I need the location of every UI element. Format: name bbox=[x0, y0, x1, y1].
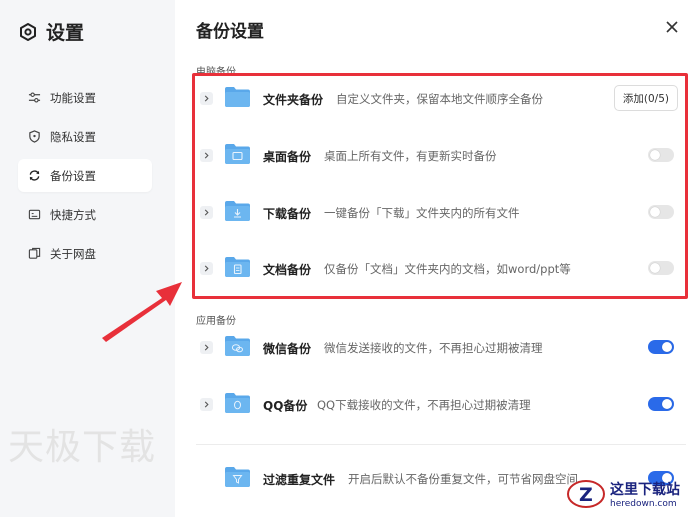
row-name: 微信备份 bbox=[263, 342, 312, 356]
settings-title: 设置 bbox=[46, 22, 85, 44]
site-badge-text: 这里下载站 heredown.com bbox=[610, 479, 680, 509]
page-title: 备份设置 bbox=[196, 22, 264, 42]
sidebar-item-privacy[interactable]: 隐私设置 bbox=[18, 120, 152, 153]
close-icon[interactable] bbox=[664, 19, 680, 35]
svg-text:Z: Z bbox=[579, 484, 593, 506]
site-logo-icon: Z bbox=[567, 480, 605, 508]
shield-icon bbox=[29, 130, 40, 143]
row-name: 过滤重复文件 bbox=[263, 473, 336, 487]
filter-folder-icon bbox=[225, 467, 250, 487]
sidebar-item-label: 关于网盘 bbox=[50, 246, 96, 261]
wechat-backup-toggle[interactable] bbox=[648, 340, 674, 354]
qq-folder-icon bbox=[225, 393, 250, 413]
row-name: QQ备份 bbox=[263, 399, 308, 413]
keyboard-icon bbox=[28, 209, 41, 220]
site-badge-url: heredown.com bbox=[610, 499, 677, 509]
highlight-box bbox=[192, 73, 688, 299]
sidebar-item-shortcuts[interactable]: 快捷方式 bbox=[18, 198, 152, 231]
divider bbox=[196, 444, 686, 445]
sidebar-item-features[interactable]: 功能设置 bbox=[18, 81, 152, 114]
qq-backup-toggle[interactable] bbox=[648, 397, 674, 411]
wechat-folder-icon bbox=[225, 336, 250, 356]
expand-chevron-icon[interactable] bbox=[200, 398, 213, 411]
site-badge: Z 这里下载站 heredown.com bbox=[566, 478, 680, 510]
settings-header: 设置 bbox=[18, 18, 84, 45]
row-description: 微信发送接收的文件，不再担心过期被清理 bbox=[324, 341, 543, 355]
sliders-icon bbox=[28, 92, 41, 103]
annotation-arrow-icon bbox=[102, 282, 182, 342]
watermark: 天极下载 bbox=[8, 427, 157, 468]
settings-hexagon-icon bbox=[20, 22, 36, 41]
sidebar-item-label: 隐私设置 bbox=[50, 129, 96, 144]
sidebar-item-backup[interactable]: 备份设置 bbox=[18, 159, 152, 192]
sidebar-item-about[interactable]: 关于网盘 bbox=[18, 237, 152, 270]
backup-row-wechat: 微信备份 微信发送接收的文件，不再担心过期被清理 bbox=[196, 320, 686, 376]
row-description: 开启后默认不备份重复文件，可节省网盘空间 bbox=[348, 472, 578, 486]
sidebar: 设置 功能设置 隐私设置 备份设置 快捷方式 关于网盘 天极下载 bbox=[0, 0, 175, 517]
row-description: QQ下载接收的文件，不再担心过期被清理 bbox=[317, 398, 531, 412]
sidebar-item-label: 功能设置 bbox=[50, 90, 96, 105]
site-badge-title: 这里下载站 bbox=[610, 482, 680, 498]
backup-row-qq: QQ备份 QQ下载接收的文件，不再担心过期被清理 bbox=[196, 377, 686, 433]
about-cloud-icon bbox=[28, 247, 41, 259]
sidebar-item-label: 快捷方式 bbox=[50, 207, 96, 222]
expand-chevron-icon[interactable] bbox=[200, 341, 213, 354]
sync-icon bbox=[29, 170, 40, 181]
sidebar-item-label: 备份设置 bbox=[50, 168, 96, 183]
